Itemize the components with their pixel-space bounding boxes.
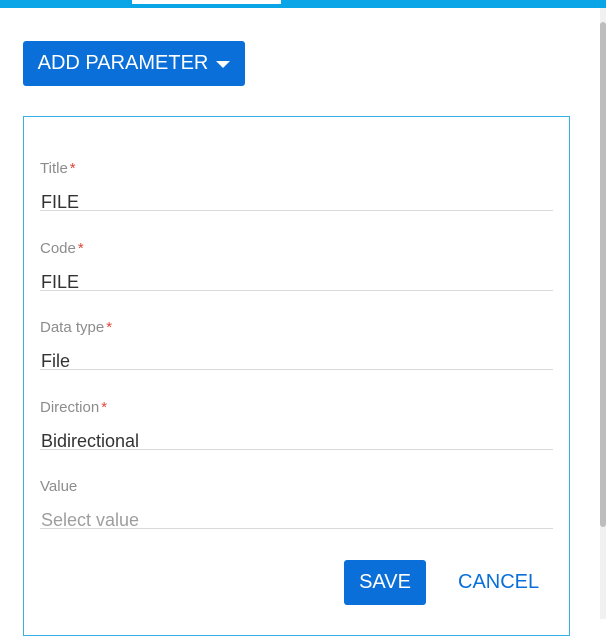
field-label: Data type * xyxy=(40,319,113,336)
title-field[interactable]: Title * FILE xyxy=(40,130,553,212)
required-mark: * xyxy=(101,399,108,416)
top-tab-bar xyxy=(0,0,606,8)
caret-down-icon xyxy=(216,61,231,68)
add-parameter-label: ADD PARAMETER xyxy=(37,52,209,74)
code-field[interactable]: Code * FILE xyxy=(40,210,553,292)
value-field[interactable]: Value Select value xyxy=(40,448,553,531)
field-label: Title * xyxy=(40,160,76,177)
required-mark: * xyxy=(77,240,84,257)
cancel-button[interactable]: CANCEL xyxy=(458,560,539,605)
data-type-field[interactable]: Data type * File xyxy=(40,289,553,371)
field-label: Value xyxy=(40,478,78,495)
active-tab-indicator[interactable] xyxy=(132,0,281,4)
add-parameter-button[interactable]: ADD PARAMETER xyxy=(23,41,245,86)
field-label: Direction * xyxy=(40,399,108,416)
field-label: Code * xyxy=(40,240,84,257)
parameter-form-panel: Title * FILE Code * FILE Data type * File D… xyxy=(23,116,570,636)
direction-field[interactable]: Direction * Bidirectional xyxy=(40,369,553,451)
scrollbar-track[interactable] xyxy=(600,8,606,619)
save-button[interactable]: SAVE xyxy=(344,560,426,605)
required-mark: * xyxy=(106,319,113,336)
value-select[interactable]: Select value xyxy=(41,510,139,531)
required-mark: * xyxy=(69,160,76,177)
scrollbar-thumb[interactable] xyxy=(600,22,606,527)
